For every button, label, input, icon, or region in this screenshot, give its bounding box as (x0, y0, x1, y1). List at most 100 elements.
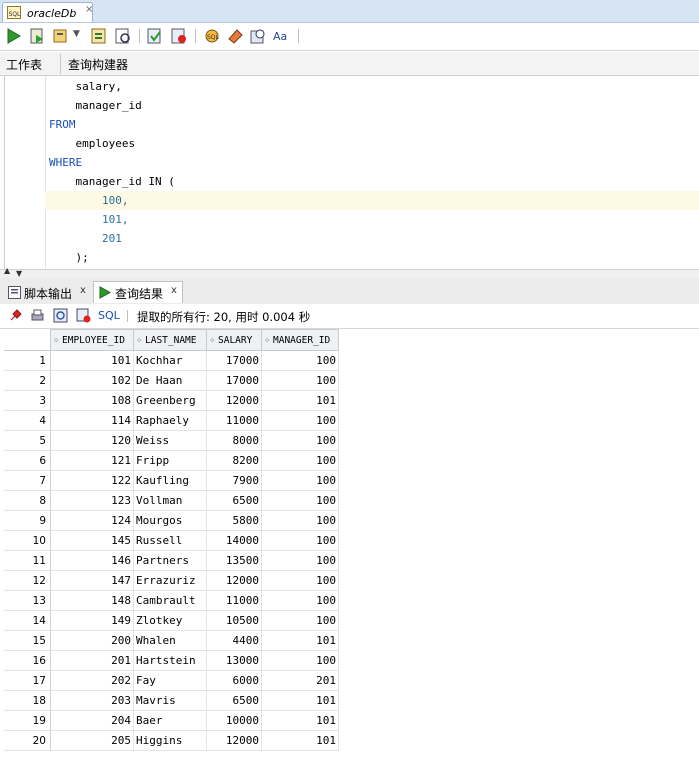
table-row[interactable]: 17 202 Fay 6000 201 (4, 670, 339, 691)
pin-icon[interactable] (8, 308, 23, 323)
cell-salary[interactable]: 6500 (206, 490, 262, 511)
table-row[interactable]: 18 203 Mavris 6500 101 (4, 690, 339, 711)
cell-last-name[interactable]: Mourgos (133, 510, 207, 531)
cell-manager-id[interactable]: 100 (261, 470, 339, 491)
cell-employee-id[interactable]: 102 (50, 370, 134, 391)
dropdown-icon[interactable]: ▼ (73, 29, 91, 47)
cell-manager-id[interactable]: 100 (261, 650, 339, 671)
cell-last-name[interactable]: Kochhar (133, 350, 207, 371)
tab-worksheet[interactable]: 工作表 (6, 56, 42, 73)
cell-manager-id[interactable]: 201 (261, 670, 339, 691)
cell-salary[interactable]: 14000 (206, 530, 262, 551)
table-row[interactable]: 14 149 Zlotkey 10500 100 (4, 610, 339, 631)
cell-salary[interactable]: 12000 (206, 390, 262, 411)
cell-last-name[interactable]: Zlotkey (133, 610, 207, 631)
cell-manager-id[interactable]: 101 (261, 710, 339, 731)
cell-manager-id[interactable]: 101 (261, 690, 339, 711)
tab-script-output[interactable]: 脚本输出 x (4, 281, 90, 303)
table-row[interactable]: 6 121 Fripp 8200 100 (4, 450, 339, 471)
cell-last-name[interactable]: Baer (133, 710, 207, 731)
cell-manager-id[interactable]: 100 (261, 590, 339, 611)
column-header-salary[interactable]: ◇ SALARY (206, 329, 262, 351)
cell-employee-id[interactable]: 149 (50, 610, 134, 631)
tab-query-result[interactable]: 查询结果 x (93, 281, 183, 303)
cell-salary[interactable]: 13500 (206, 550, 262, 571)
cell-salary[interactable]: 11000 (206, 590, 262, 611)
sql-tuning-advisor-icon[interactable] (114, 27, 132, 45)
history-icon[interactable] (249, 27, 267, 45)
cell-employee-id[interactable]: 120 (50, 430, 134, 451)
cell-salary[interactable]: 8200 (206, 450, 262, 471)
table-row[interactable]: 13 148 Cambrault 11000 100 (4, 590, 339, 611)
cell-salary[interactable]: 4400 (206, 630, 262, 651)
cancel-icon[interactable] (76, 308, 91, 323)
table-row[interactable]: 8 123 Vollman 6500 100 (4, 490, 339, 511)
cell-manager-id[interactable]: 100 (261, 410, 339, 431)
cell-employee-id[interactable]: 114 (50, 410, 134, 431)
table-row[interactable]: 1 101 Kochhar 17000 100 (4, 350, 339, 371)
cell-salary[interactable]: 11000 (206, 410, 262, 431)
cell-last-name[interactable]: Higgins (133, 730, 207, 751)
cell-last-name[interactable]: Russell (133, 530, 207, 551)
cell-employee-id[interactable]: 204 (50, 710, 134, 731)
table-row[interactable]: 4 114 Raphaely 11000 100 (4, 410, 339, 431)
cell-employee-id[interactable]: 101 (50, 350, 134, 371)
table-row[interactable]: 2 102 De Haan 17000 100 (4, 370, 339, 391)
cell-manager-id[interactable]: 100 (261, 450, 339, 471)
sql-button[interactable]: SQL (98, 309, 120, 322)
cell-employee-id[interactable]: 147 (50, 570, 134, 591)
cell-manager-id[interactable]: 100 (261, 530, 339, 551)
cell-salary[interactable]: 10000 (206, 710, 262, 731)
cell-employee-id[interactable]: 201 (50, 650, 134, 671)
cell-last-name[interactable]: Weiss (133, 430, 207, 451)
unshared-sql-icon[interactable]: SQL (203, 27, 221, 45)
cell-employee-id[interactable]: 202 (50, 670, 134, 691)
table-row[interactable]: 16 201 Hartstein 13000 100 (4, 650, 339, 671)
cell-employee-id[interactable]: 108 (50, 390, 134, 411)
cell-manager-id[interactable]: 101 (261, 730, 339, 751)
cell-employee-id[interactable]: 122 (50, 470, 134, 491)
cell-last-name[interactable]: De Haan (133, 370, 207, 391)
cell-employee-id[interactable]: 121 (50, 450, 134, 471)
column-header-employee-id[interactable]: ◇ EMPLOYEE_ID (50, 329, 134, 351)
table-row[interactable]: 9 124 Mourgos 5800 100 (4, 510, 339, 531)
commit-icon[interactable] (146, 27, 164, 45)
cell-manager-id[interactable]: 100 (261, 490, 339, 511)
table-row[interactable]: 5 120 Weiss 8000 100 (4, 430, 339, 451)
clear-eraser-icon[interactable] (226, 27, 244, 45)
cell-last-name[interactable]: Greenberg (133, 390, 207, 411)
cell-last-name[interactable]: Mavris (133, 690, 207, 711)
cell-salary[interactable]: 17000 (206, 370, 262, 391)
rollback-icon[interactable] (170, 27, 188, 45)
cell-salary[interactable]: 6000 (206, 670, 262, 691)
table-row[interactable]: 3 108 Greenberg 12000 101 (4, 390, 339, 411)
cell-manager-id[interactable]: 100 (261, 370, 339, 391)
cell-last-name[interactable]: Fripp (133, 450, 207, 471)
column-header-manager-id[interactable]: ◇ MANAGER_ID (261, 329, 339, 351)
cell-last-name[interactable]: Hartstein (133, 650, 207, 671)
cell-manager-id[interactable]: 100 (261, 550, 339, 571)
collapse-up-icon[interactable]: ▲ (4, 266, 10, 275)
cell-employee-id[interactable]: 145 (50, 530, 134, 551)
cell-employee-id[interactable]: 203 (50, 690, 134, 711)
run-statement-icon[interactable] (4, 27, 22, 45)
cell-last-name[interactable]: Cambrault (133, 590, 207, 611)
run-script-icon[interactable] (28, 27, 46, 45)
cell-employee-id[interactable]: 148 (50, 590, 134, 611)
collapse-down-icon[interactable]: ▼ (16, 269, 22, 278)
cell-employee-id[interactable]: 123 (50, 490, 134, 511)
cell-last-name[interactable]: Errazuriz (133, 570, 207, 591)
tab-query-builder[interactable]: 查询构建器 (68, 56, 128, 73)
cell-manager-id[interactable]: 100 (261, 610, 339, 631)
cell-manager-id[interactable]: 101 (261, 390, 339, 411)
column-header-last-name[interactable]: ◇ LAST_NAME (133, 329, 207, 351)
close-tab-icon[interactable]: x (80, 285, 86, 296)
cell-employee-id[interactable]: 200 (50, 630, 134, 651)
table-row[interactable]: 11 146 Partners 13500 100 (4, 550, 339, 571)
cell-salary[interactable]: 8000 (206, 430, 262, 451)
table-row[interactable]: 12 147 Errazuriz 12000 100 (4, 570, 339, 591)
cell-salary[interactable]: 5800 (206, 510, 262, 531)
cell-employee-id[interactable]: 205 (50, 730, 134, 751)
cell-last-name[interactable]: Whalen (133, 630, 207, 651)
table-row[interactable]: 7 122 Kaufling 7900 100 (4, 470, 339, 491)
